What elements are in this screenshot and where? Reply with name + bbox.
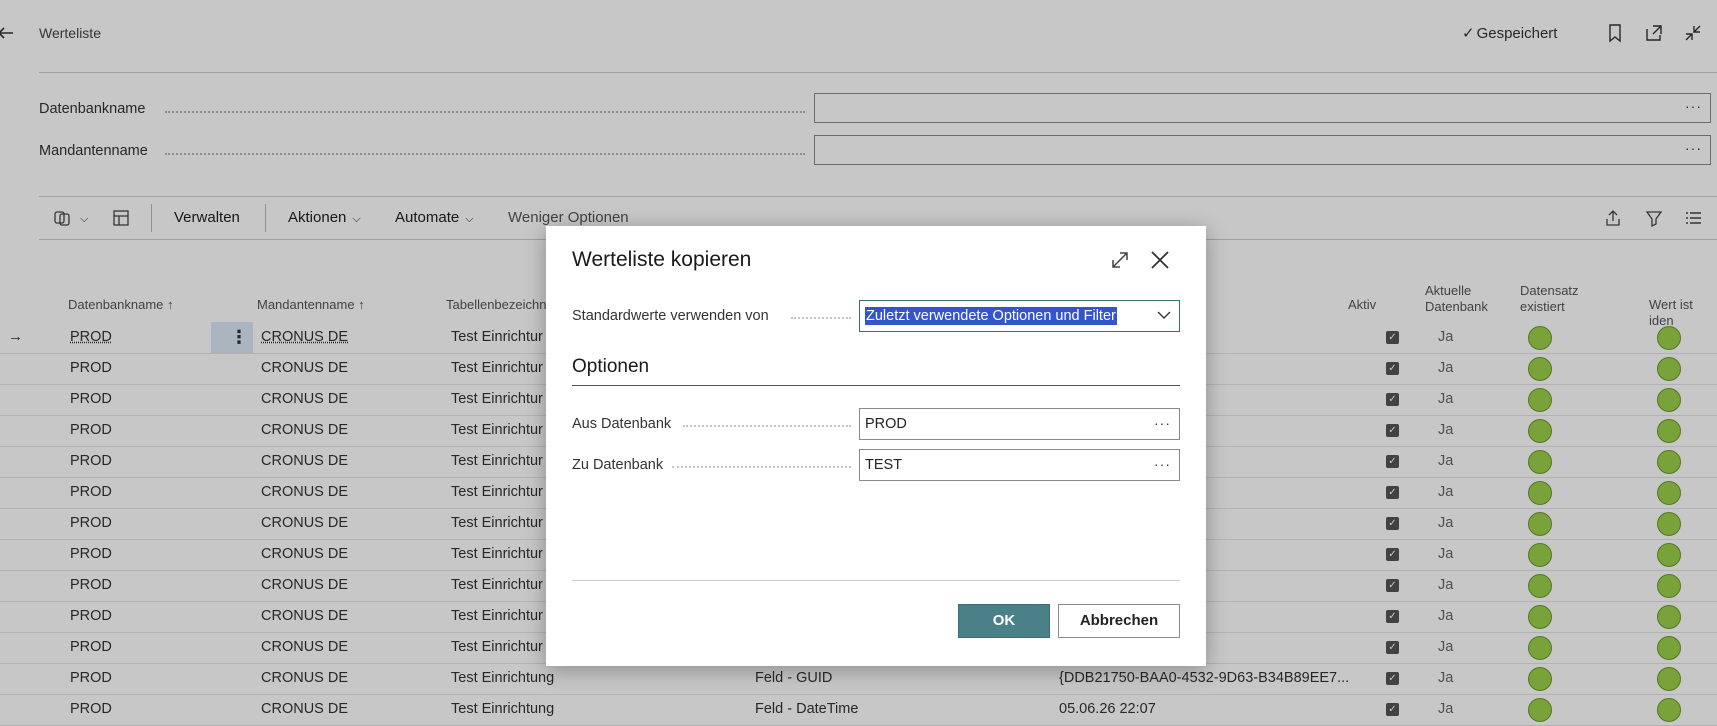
chevron-down-icon: [1157, 311, 1171, 319]
ellipsis-icon[interactable]: ···: [1154, 456, 1171, 472]
from-database-input[interactable]: PROD ···: [859, 408, 1180, 440]
ok-button[interactable]: OK: [958, 604, 1050, 638]
to-database-input[interactable]: TEST ···: [859, 449, 1180, 481]
defaults-select[interactable]: Zuletzt verwendete Optionen und Filter: [859, 300, 1180, 332]
ellipsis-icon[interactable]: ···: [1154, 415, 1171, 431]
close-icon[interactable]: [1148, 248, 1172, 272]
defaults-label: Standardwerte verwenden von: [572, 308, 769, 324]
from-database-label: Aus Datenbank: [572, 416, 672, 432]
from-database-value: PROD: [865, 416, 907, 432]
footer-divider: [572, 580, 1180, 581]
section-divider: [572, 385, 1180, 386]
section-heading-optionen: Optionen: [572, 356, 650, 377]
to-database-label: Zu Datenbank: [572, 457, 664, 473]
cancel-button[interactable]: Abbrechen: [1058, 604, 1180, 638]
field-leader-dots: [791, 317, 851, 319]
dialog-title: Werteliste kopieren: [572, 248, 752, 271]
defaults-selected-value: Zuletzt verwendete Optionen und Filter: [865, 307, 1117, 325]
expand-icon[interactable]: [1108, 248, 1132, 272]
copy-value-list-dialog: Werteliste kopieren Standardwerte verwen…: [546, 226, 1206, 666]
field-leader-dots: [683, 425, 851, 427]
field-leader-dots: [672, 466, 851, 468]
to-database-value: TEST: [865, 457, 903, 473]
